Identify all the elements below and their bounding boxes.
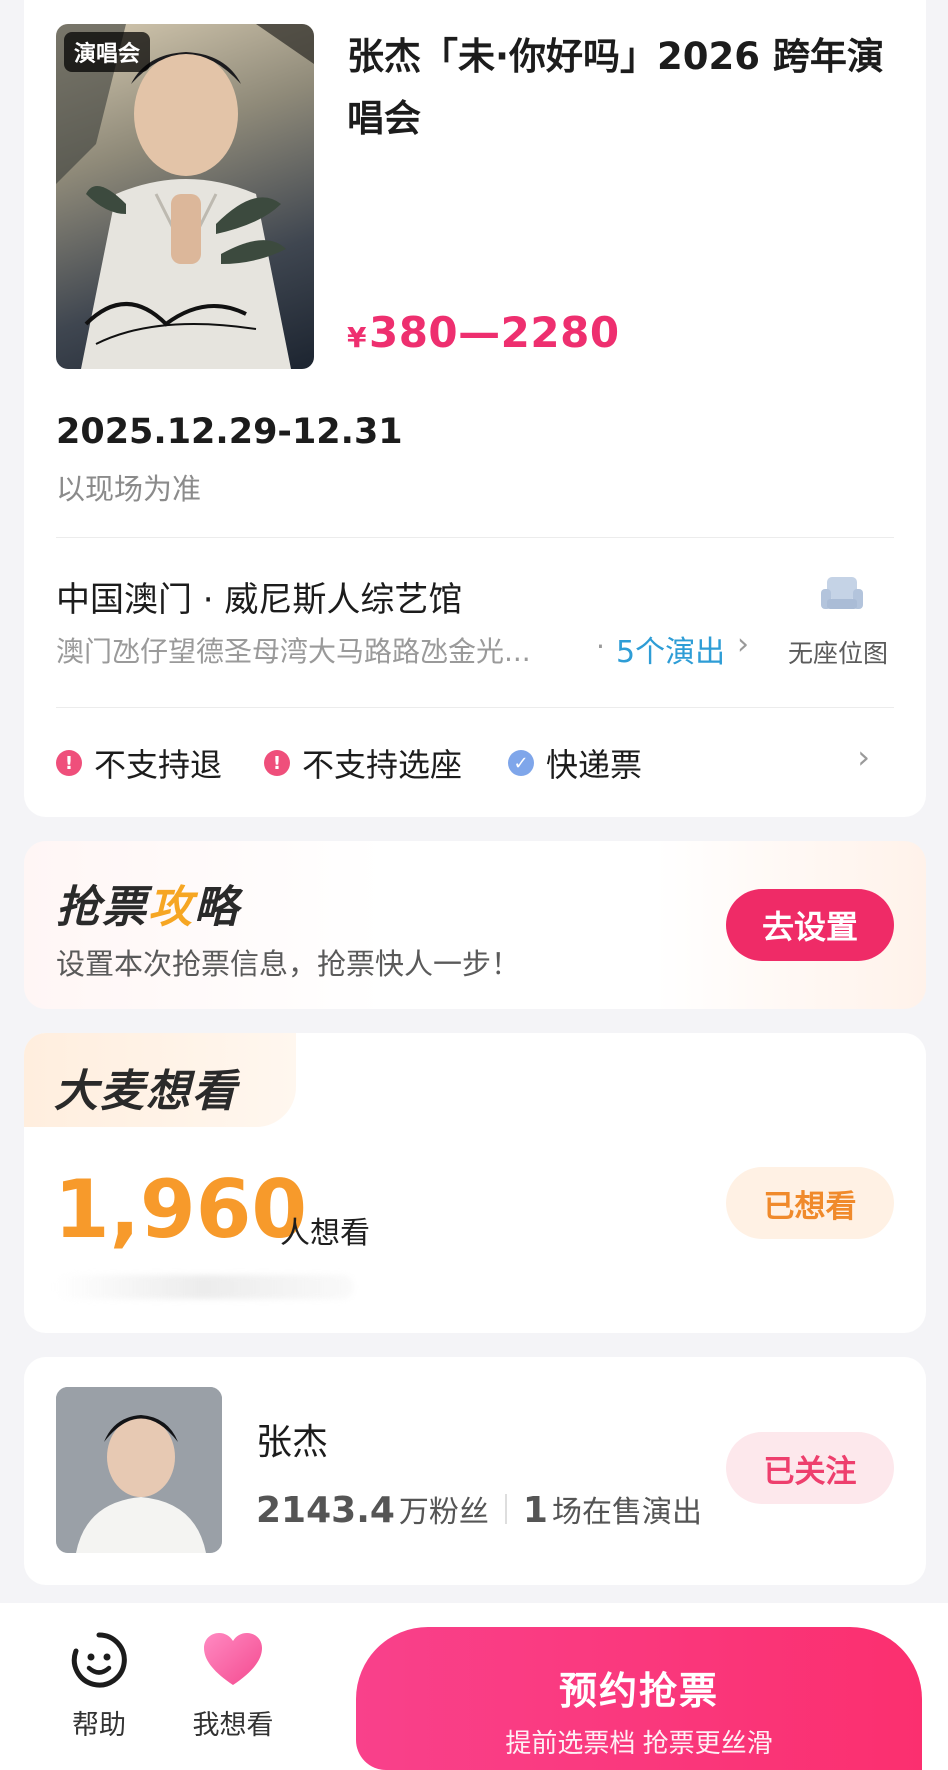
want-count: 1,960: [54, 1163, 308, 1256]
heart-icon: [204, 1633, 262, 1685]
artist-card[interactable]: 张杰 2143.4 万粉丝 1 场在售演出 已关注: [24, 1357, 926, 1585]
feature-no-refund: ! 不支持退: [56, 740, 222, 786]
reserve-main-label: 预约抢票: [558, 1670, 719, 1713]
shows-link[interactable]: 5个演出: [616, 627, 725, 671]
avatar[interactable]: [56, 1387, 222, 1553]
strategy-title: 抢票攻略: [56, 871, 240, 935]
strategy-title-part: 略: [194, 882, 240, 933]
feature-label: 不支持退: [94, 746, 223, 784]
want-title: 大麦想看: [54, 1055, 238, 1119]
bottom-action-bar: 帮助 我想看 预约抢票 提前选票档 抢票更丝滑: [0, 1603, 948, 1770]
go-setup-button[interactable]: 去设置: [726, 889, 894, 961]
ticket-strategy-card: 抢票攻略 设置本次抢票信息，抢票快人一步！ 去设置: [24, 841, 926, 1009]
shows-unit: 场在售演出: [551, 1495, 702, 1530]
show-info-card: 演唱会 张杰「未·你好吗」2026 跨年演唱会 ¥380—2280 2025.1…: [24, 0, 926, 817]
venue-name[interactable]: 中国澳门 · 威尼斯人综艺馆: [56, 572, 462, 621]
show-date: 2025.12.29-12.31: [56, 412, 403, 452]
fans-count: 2143.4: [256, 1490, 395, 1531]
followed-button[interactable]: 已关注: [726, 1432, 894, 1504]
price-range: ¥380—2280: [347, 308, 620, 357]
feature-label: 不支持选座: [302, 746, 463, 784]
seat-map-label[interactable]: 无座位图: [788, 634, 888, 670]
chevron-right-icon[interactable]: ›: [857, 738, 870, 776]
price-value: 380—2280: [368, 308, 620, 357]
want-tab[interactable]: 我想看: [178, 1631, 288, 1742]
venue-separator: ·: [596, 630, 605, 663]
artist-photo: [56, 1387, 222, 1553]
divider: [56, 707, 894, 708]
show-title: 张杰「未·你好吗」2026 跨年演唱会: [347, 35, 884, 140]
fans-unit: 万粉丝: [398, 1495, 489, 1530]
warning-icon: !: [264, 750, 290, 776]
strategy-subtitle: 设置本次抢票信息，抢票快人一步！: [56, 947, 521, 981]
help-label: 帮助: [72, 1710, 126, 1741]
divider: [56, 537, 894, 538]
blurred-text: [54, 1275, 354, 1299]
date-note: 以现场为准: [56, 472, 202, 506]
strategy-title-bolt: 攻: [148, 882, 194, 933]
artist-stats: 2143.4 万粉丝 1 场在售演出: [256, 1487, 702, 1531]
chevron-right-icon[interactable]: ›: [737, 627, 749, 662]
category-tag: 演唱会: [64, 32, 151, 72]
seat-map-icon[interactable]: [819, 575, 865, 615]
feature-express-ticket: ✓ 快递票: [508, 740, 642, 786]
want-unit: 人想看: [280, 1216, 370, 1251]
strategy-title-part: 抢票: [56, 882, 148, 933]
shows-count: 1: [522, 1490, 548, 1531]
want-title-part: 大麦想: [54, 1066, 192, 1117]
warning-icon: !: [56, 750, 82, 776]
artist-name[interactable]: 张杰: [256, 1413, 328, 1465]
feature-label: 快递票: [546, 746, 643, 784]
help-face-icon: [71, 1632, 127, 1688]
want-title-part: 看: [192, 1066, 238, 1117]
feature-no-seat-select: ! 不支持选座: [264, 740, 462, 786]
show-poster[interactable]: 演唱会: [56, 24, 314, 369]
reserve-sub-label: 提前选票档 抢票更丝滑: [505, 1727, 773, 1758]
price-currency: ¥: [347, 321, 367, 354]
check-icon: ✓: [508, 750, 534, 776]
want-to-see-card: 大麦想看 1,960 人想看 已想看: [24, 1033, 926, 1333]
reserve-ticket-button[interactable]: 预约抢票 提前选票档 抢票更丝滑: [356, 1627, 922, 1770]
help-tab[interactable]: 帮助: [44, 1631, 154, 1742]
venue-address[interactable]: 澳门氹仔望德圣母湾大马路路氹金光...: [56, 630, 576, 670]
stats-separator: [504, 1494, 507, 1524]
poster-art: [56, 24, 314, 369]
want-label: 我想看: [192, 1710, 274, 1741]
wanted-button[interactable]: 已想看: [726, 1167, 894, 1239]
